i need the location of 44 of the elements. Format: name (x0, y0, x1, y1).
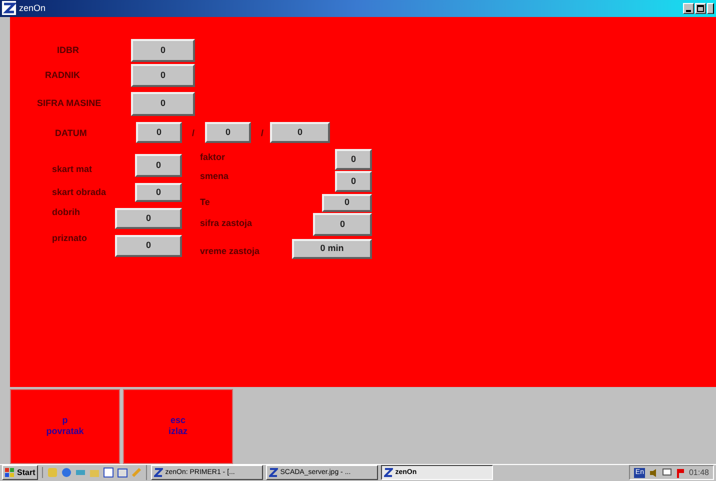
minimize-button[interactable] (683, 2, 694, 14)
app-icon (384, 468, 394, 478)
field-label: skart obrada (52, 186, 106, 199)
app-icon (154, 468, 164, 478)
date-field[interactable]: 0 (270, 122, 330, 143)
value-field[interactable]: 0 (313, 212, 372, 236)
value-field[interactable]: 0 (131, 38, 195, 62)
field-label: vreme zastoja (200, 244, 260, 258)
value-field[interactable]: 0 (322, 194, 372, 212)
value-field[interactable]: 0 (335, 170, 372, 192)
date-field[interactable]: 0 (136, 122, 182, 143)
date-separator: / (261, 126, 264, 140)
date-field[interactable]: 0 (205, 122, 251, 143)
value-field[interactable]: 0 (115, 234, 182, 257)
value-field[interactable]: 0 (131, 64, 195, 87)
value-field[interactable]: 0 (335, 148, 372, 170)
value-field[interactable]: 0 (115, 208, 182, 229)
value-field[interactable]: 0 (135, 154, 182, 177)
app-icon (269, 468, 278, 478)
field-label: dobrih (52, 206, 80, 219)
field-label: RADNIK (45, 68, 80, 82)
value-field[interactable]: 0 (135, 182, 182, 202)
field-label: SIFRA MASINE (37, 96, 102, 110)
field-label: smena (200, 170, 229, 183)
field-label: sifra zastoja (200, 216, 252, 230)
flag-icon[interactable] (676, 468, 685, 478)
field-label: priznato (52, 232, 87, 245)
window-title: zenOn (19, 2, 46, 15)
field-label: Te (200, 196, 210, 209)
app-icon (2, 1, 16, 16)
date-separator: / (192, 126, 195, 140)
close-button[interactable] (707, 2, 714, 14)
speaker-icon[interactable] (648, 468, 658, 478)
field-label: IDBR (57, 44, 79, 57)
value-field[interactable]: 0 (131, 92, 195, 116)
field-label: skart mat (52, 162, 92, 176)
field-label: DATUM (55, 126, 87, 140)
monitor-icon[interactable] (662, 468, 672, 478)
value-field[interactable]: 0 min (292, 238, 372, 259)
windows-logo-icon (5, 468, 15, 478)
maximize-button[interactable] (695, 2, 706, 14)
start-button[interactable]: Start (2, 465, 38, 480)
field-label: faktor (200, 150, 226, 164)
clock: 01:48 (688, 466, 709, 479)
